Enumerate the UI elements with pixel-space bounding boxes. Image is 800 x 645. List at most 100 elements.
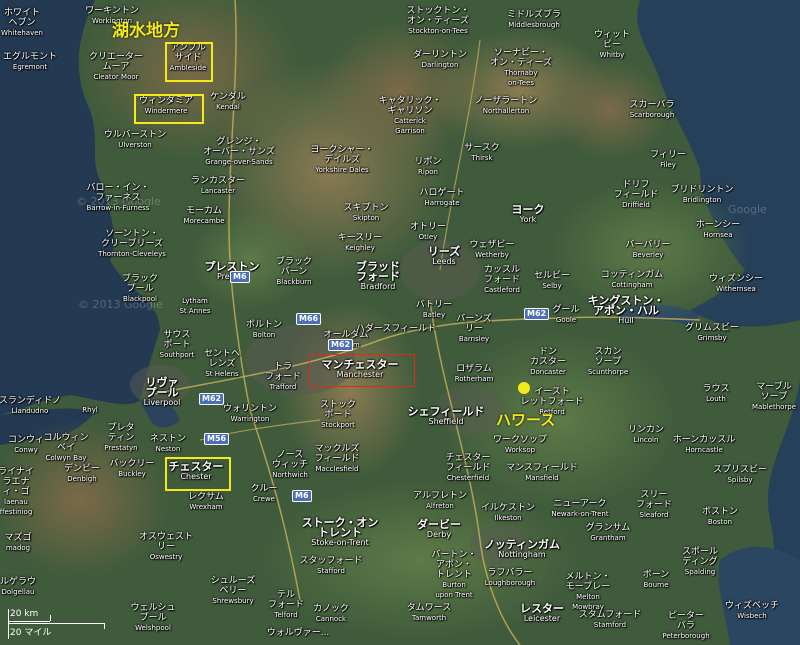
place-label-lancaster[interactable]: ランカスター Lancaster [191,176,245,196]
place-label-rotherham[interactable]: ロザラム Rotherham [455,364,494,384]
place-label-scunthorpe[interactable]: スカン ソープ Scunthorpe [588,347,628,377]
place-label-wolverhampton[interactable]: ウォルヴァー... [267,628,330,638]
place-label-mansfield[interactable]: マンスフィールド Mansfield [506,463,578,483]
place-label-trafford[interactable]: トラ フォード Trafford [265,362,301,392]
place-label-blackburn[interactable]: ブラック バーン Blackburn [276,257,312,287]
place-label-withernsea[interactable]: ウィズンシー Withernsea [709,274,763,294]
place-label-wrexham[interactable]: レクサム Wrexham [188,492,224,512]
place-label-bala[interactable]: ルゲラウ Dolgellau [0,577,36,597]
place-label-batley[interactable]: バトリー Batley [416,300,452,320]
place-label-spalding[interactable]: スポール ディング Spalding [682,547,718,577]
place-label-beverley[interactable]: バーバリー Beverley [626,240,671,260]
place-label-grantham[interactable]: グランサム Grantham [586,523,631,543]
place-label-sleaford[interactable]: スリー フォード Sleaford [636,490,672,520]
place-label-huddersfield[interactable]: ハダースフィールド [356,324,436,334]
place-label-hull[interactable]: キングストン・ アポン・ハル Hull [588,295,665,326]
place-label-castleford[interactable]: カッスル フォード Castleford [484,265,520,295]
place-label-driffield[interactable]: ドリフ フィールド Driffield [614,180,659,210]
place-label-macclesfield[interactable]: マックルズ フィールド Macclesfield [315,444,360,474]
place-label-lytham[interactable]: Lytham St Annes [179,296,210,316]
place-label-thornaby[interactable]: ソーナビー・ オン・ティーズ Thornaby on-Tees [490,48,552,88]
place-label-bradford[interactable]: ブラッド フォード Bradford [356,261,400,292]
place-label-shrewsbury[interactable]: シュルーズ ベリー Shrewsbury [211,576,256,606]
place-label-harrogate[interactable]: ハロゲート Harrogate [419,188,464,208]
place-label-scarborough[interactable]: スカーバラ Scarborough [630,100,675,120]
place-label-filey[interactable]: フィリー Filey [650,150,686,170]
place-label-st-helens[interactable]: セントヘ レンズ St Helens [204,349,240,379]
place-label-stoke[interactable]: ストーク・オン トレント Stoke-on-Trent [302,517,379,548]
place-label-catterick[interactable]: キャタリック・ ギャリソン Catterick Garrison [379,96,442,136]
place-label-ripon[interactable]: リポン Ripon [414,157,441,177]
place-label-tamworth[interactable]: タムワース Tamworth [407,603,452,623]
place-label-whitehaven[interactable]: ホワイト ヘブン Whitehaven [1,8,43,38]
place-label-cannock[interactable]: カノック Cannock [313,604,349,624]
place-label-leicester[interactable]: レスター Leicester [520,603,564,624]
place-label-southport[interactable]: サウス ポート Southport [160,330,195,360]
place-label-denbigh[interactable]: デンビー Denbigh [64,464,100,484]
place-label-llandudno[interactable]: スランディドノ Llandudno [0,396,61,416]
place-label-liverpool[interactable]: リヴァ プール Liverpool [144,377,181,408]
place-label-stockport[interactable]: ストック ポート Stockport [320,400,356,430]
place-label-boston[interactable]: ボストン Boston [702,507,738,527]
place-label-kendal[interactable]: ケンダル Kendal [210,92,246,112]
place-label-newark[interactable]: ニューアーク Newark-on-Trent [551,499,608,519]
place-label-louth[interactable]: ラウス Louth [702,384,729,404]
place-label-stockton[interactable]: ストックトン・ オン・ティーズ Stockton-on-Tees [406,6,469,36]
place-label-hornsea[interactable]: ホーンシー Hornsea [696,220,741,240]
place-label-worksop[interactable]: ワークソップ Worksop [493,435,547,455]
place-label-darlington[interactable]: ダーリントン Darlington [413,50,467,70]
place-label-ilkeston[interactable]: イルケストン Ilkeston [481,503,535,523]
place-label-oswestry[interactable]: オスウェスト リー Oswestry [139,532,193,562]
place-label-prestatyn[interactable]: プレタ ティン Prestatyn [104,423,137,453]
place-label-stafford[interactable]: スタッフォード Stafford [299,556,362,576]
place-label-morecambe[interactable]: モーカム Morecambe [183,206,224,226]
place-label-leeds[interactable]: リーズ Leeds [428,246,460,267]
place-label-crewe[interactable]: クルー Crewe [251,484,278,504]
place-label-cleator-moor[interactable]: クリエーター ムーア Cleator Moor [89,52,143,82]
place-label-telford[interactable]: テル フォード Telford [268,590,304,620]
place-label-anglesey-1[interactable]: ライナイ ラエナ ィ・ゴ laenau ffestiniog [0,467,34,517]
place-label-wisbech[interactable]: ウィズベッチ Wisbech [725,601,779,621]
place-label-buckley[interactable]: バックリー Buckley [109,459,154,479]
place-label-bourne[interactable]: ボーン Bourne [643,570,670,590]
place-label-welshpool[interactable]: ウェルシュ プール Welshpool [130,603,175,633]
place-label-warrington[interactable]: ウォリントン Warrington [223,404,277,424]
place-label-otley[interactable]: オトリー Otley [410,222,446,242]
place-label-conwy[interactable]: コンウィ Conwy [8,435,44,455]
place-label-thirsk[interactable]: サースク Thirsk [464,143,500,163]
place-label-doncaster[interactable]: ドン カスター Doncaster [530,347,566,377]
place-label-melton[interactable]: メルトン・ モーブレー Melton Mowbray [565,572,610,612]
place-label-neston[interactable]: ネストン Neston [150,434,186,454]
place-label-barrow[interactable]: バロー・イン・ ファーネス Barrow-in-Furness [86,183,149,213]
place-label-grimsby[interactable]: グリムスビー Grimsby [685,323,739,343]
place-label-whitby[interactable]: ウィット ビー Whitby [594,30,630,60]
place-label-barnsley[interactable]: バーンズ リー Barnsley [456,314,491,344]
place-label-stamford[interactable]: スタムフォード Stamford [579,610,641,630]
place-label-goole[interactable]: グール Goole [552,305,579,325]
place-label-bridlington[interactable]: ブリドリントン Bridlington [670,185,733,205]
place-label-york[interactable]: ヨーク York [512,204,545,225]
place-label-alfreton[interactable]: アルフレトン Alfreton [413,491,467,511]
place-label-colwyn-bay[interactable]: コルウィン ベイ Colwyn Bay [43,433,88,463]
place-label-thornton[interactable]: ソーントン・ クリーブリーズ Thornton-Cleveleys [98,229,166,259]
place-label-ulverston[interactable]: ウルバーストン Ulverston [104,130,167,150]
place-label-bolton[interactable]: ボルトン Bolton [246,320,282,340]
place-label-middlesbrough[interactable]: ミドルズブラ Middlesbrough [507,10,561,30]
place-label-derby[interactable]: ダービー Derby [417,519,461,540]
place-label-peterborough[interactable]: ピーター バラ Peterborough [662,611,709,641]
place-label-anglesey-2[interactable]: マズゴ madog [4,533,31,553]
place-label-burton[interactable]: バートン・ アポン・ トレント Burton upon Trent [431,550,476,600]
place-label-northwich[interactable]: ノース ウィッチ Northwich [272,450,308,480]
place-label-yorkshire-dales[interactable]: ヨークシャー・ デイルズ Yorkshire Dales [310,145,373,175]
place-label-mablethorpe[interactable]: マーブル ソープ Mablethorpe [752,382,796,412]
place-label-egremont[interactable]: エグルモント Egremont [3,52,57,72]
place-label-chesterfield[interactable]: チェスター フィールド Chesterfield [445,453,490,483]
place-label-horncastle[interactable]: ホーンカッスル Horncastle [673,435,736,455]
place-label-nottingham[interactable]: ノッティンガム Nottingham [484,539,560,560]
place-label-wetherby[interactable]: ウェザビー Wetherby [469,240,514,260]
place-label-keighley[interactable]: キースリー Keighley [338,233,383,253]
place-label-loughborough[interactable]: ラフバラー Loughborough [485,568,535,588]
place-label-northallerton[interactable]: ノーザラートン Northallerton [475,96,538,116]
place-label-blackpool[interactable]: ブラック プール Blackpool [122,274,158,304]
place-label-skipton[interactable]: スキプトン Skipton [343,203,388,223]
